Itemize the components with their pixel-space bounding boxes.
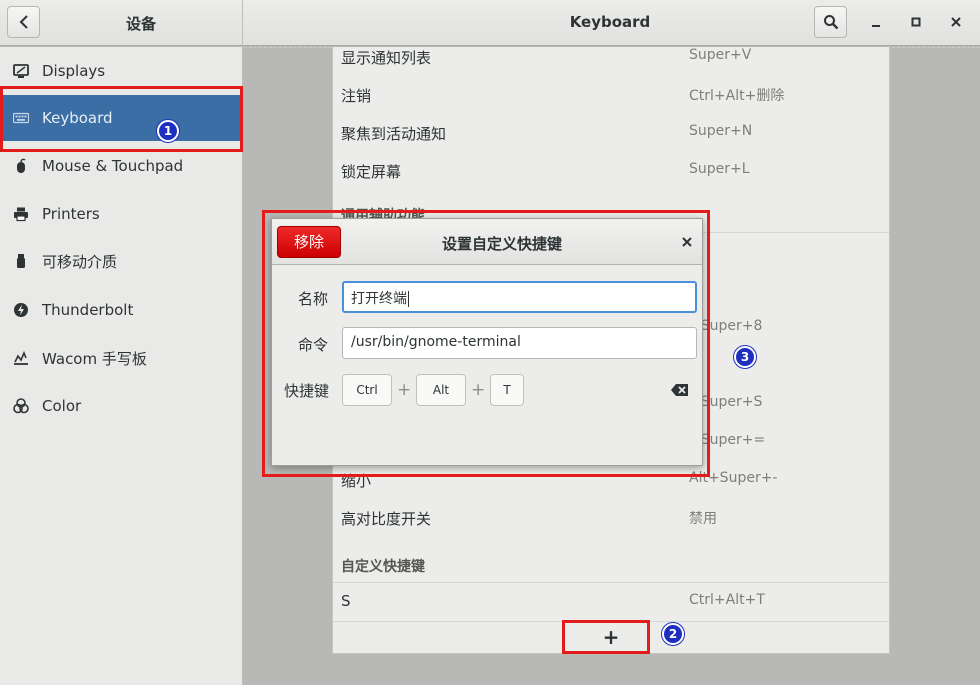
sidebar-item-label: Wacom 手写板 — [42, 349, 147, 368]
list-item[interactable]: S Ctrl+Alt+T — [333, 583, 889, 621]
display-icon — [13, 63, 29, 79]
usb-drive-icon — [13, 253, 29, 269]
close-icon — [951, 17, 961, 27]
annotation-box-3 — [262, 210, 710, 477]
search-button[interactable] — [814, 6, 847, 38]
chevron-left-icon — [19, 15, 28, 29]
annotation-badge-3: 3 — [734, 346, 756, 368]
list-item[interactable]: 聚焦到活动通知 Super+N — [333, 114, 889, 152]
minimize-button[interactable] — [866, 12, 886, 32]
search-icon — [823, 15, 838, 30]
list-item[interactable]: 高对比度开关 禁用 — [333, 499, 889, 537]
sidebar-item-printers[interactable]: Printers — [0, 191, 243, 237]
thunderbolt-icon — [13, 302, 29, 318]
tablet-icon — [13, 350, 29, 366]
back-button[interactable] — [7, 6, 40, 38]
printer-icon — [13, 206, 29, 222]
color-icon — [13, 398, 29, 414]
annotation-box-2 — [562, 620, 650, 654]
annotation-box-1 — [0, 86, 243, 152]
sidebar-item-label: Mouse & Touchpad — [42, 157, 184, 175]
maximize-icon — [911, 17, 921, 27]
sidebar-item-label: Color — [42, 397, 82, 415]
sidebar-item-removable-media[interactable]: 可移动介质 — [0, 238, 243, 284]
sidebar-item-color[interactable]: Color — [0, 383, 243, 429]
header-bar: 设备 Keyboard — [0, 0, 980, 46]
maximize-button[interactable] — [906, 12, 926, 32]
sidebar-item-label: 可移动介质 — [42, 252, 118, 271]
list-item[interactable]: 锁定屏幕 Super+L — [333, 152, 889, 190]
list-item[interactable]: 注销 Ctrl+Alt+删除 — [333, 76, 889, 114]
sidebar-item-label: Displays — [42, 62, 106, 80]
header-left: 设备 — [0, 0, 243, 46]
section-header-custom: 自定义快捷键 — [341, 559, 425, 575]
sidebar-item-label: Printers — [42, 205, 100, 223]
mouse-icon — [13, 158, 29, 174]
sidebar-title: 设备 — [125, 15, 156, 33]
close-window-button[interactable] — [946, 12, 966, 32]
annotation-badge-2: 2 — [662, 623, 684, 645]
sidebar-item-label: Thunderbolt — [42, 301, 134, 319]
sidebar-item-wacom[interactable]: Wacom 手写板 — [0, 335, 243, 381]
annotation-badge-1: 1 — [157, 120, 179, 142]
minimize-icon — [872, 25, 880, 27]
sidebar-item-thunderbolt[interactable]: Thunderbolt — [0, 287, 243, 333]
